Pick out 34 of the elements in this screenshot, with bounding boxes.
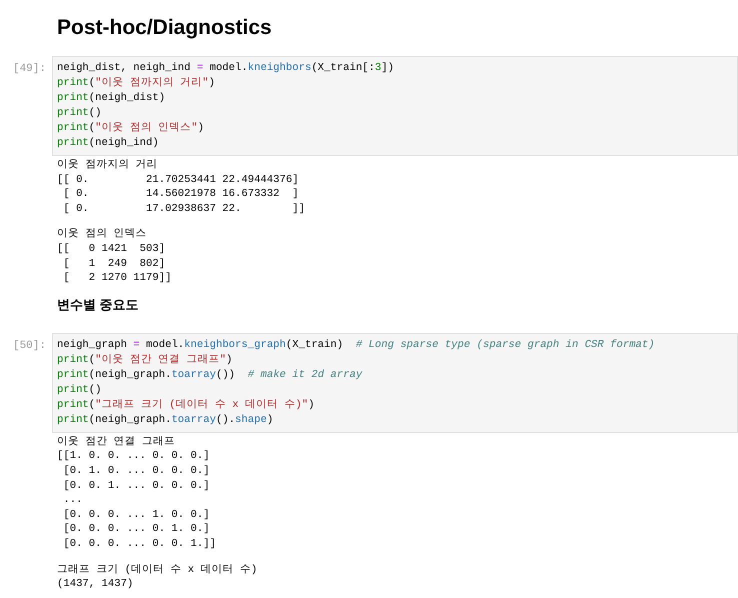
cell-prompt: [50]: xyxy=(12,338,47,354)
output-line: [0. 0. 0. ... 0. 0. 1.]] xyxy=(62,536,217,552)
output-line: [0. 1. 0. ... 0. 0. 0.] xyxy=(62,464,211,479)
bold-text: 변수별 중요도 xyxy=(57,296,140,314)
code-line: print("이웃 점까지의 거리") xyxy=(57,76,216,91)
code-line: neigh_graph = model.kneighbors_graph(X_train) # Long sparse type (sparse graph in CSR format) xyxy=(57,338,656,353)
output-line: [ 0. 17.02938637 22. ]] xyxy=(62,202,306,216)
output-line: [0. 0. 0. ... 0. 1. 0.] xyxy=(62,522,211,537)
output-line: [ 2 1270 1179]] xyxy=(62,271,172,286)
code-line: print(neigh_graph.toarray()) # make it 2d array xyxy=(57,368,364,383)
output-line: [[ 0 1421 503] xyxy=(57,242,166,257)
code-line: print(neigh_ind) xyxy=(57,136,160,151)
output-line: 이웃 점간 연결 그래프 xyxy=(57,434,176,450)
section-heading: Post-hoc/Diagnostics xyxy=(57,15,273,41)
cell-prompt: [49]: xyxy=(12,62,47,77)
output-line: [[1. 0. 0. ... 0. 0. 0.] xyxy=(57,449,211,464)
output-line: 그래프 크기 (데이터 수 x 데이터 수) xyxy=(57,562,258,578)
code-line: print(neigh_dist) xyxy=(57,91,166,106)
output-line: ... xyxy=(62,493,84,508)
output-line: 이웃 점의 인덱스 xyxy=(57,227,148,242)
code-line: print(neigh_graph.toarray().shape) xyxy=(57,412,274,428)
output-line: [0. 0. 1. ... 0. 0. 0.] xyxy=(62,478,211,494)
output-line: [ 0. 14.56021978 16.673332 ] xyxy=(62,187,300,202)
code-line: print("그래프 크기 (데이터 수 x 데이터 수)") xyxy=(57,398,316,413)
output-line: [[ 0. 21.70253441 22.49444376] xyxy=(57,172,300,188)
code-line: print() xyxy=(57,382,103,398)
output-line: 이웃 점까지의 거리 xyxy=(57,158,159,173)
output-line: [ 1 249 802] xyxy=(62,256,166,272)
code-line: print("이웃 점간 연결 그래프") xyxy=(57,352,234,368)
code-line: neigh_dist, neigh_ind = model.kneighbors(X_train[:3]) xyxy=(57,61,395,76)
output-line: (1437, 1437) xyxy=(57,577,134,592)
output-line: [0. 0. 0. ... 1. 0. 0.] xyxy=(62,508,211,522)
code-line: print("이웃 점의 인덱스") xyxy=(57,121,205,136)
code-line: print() xyxy=(57,106,103,121)
